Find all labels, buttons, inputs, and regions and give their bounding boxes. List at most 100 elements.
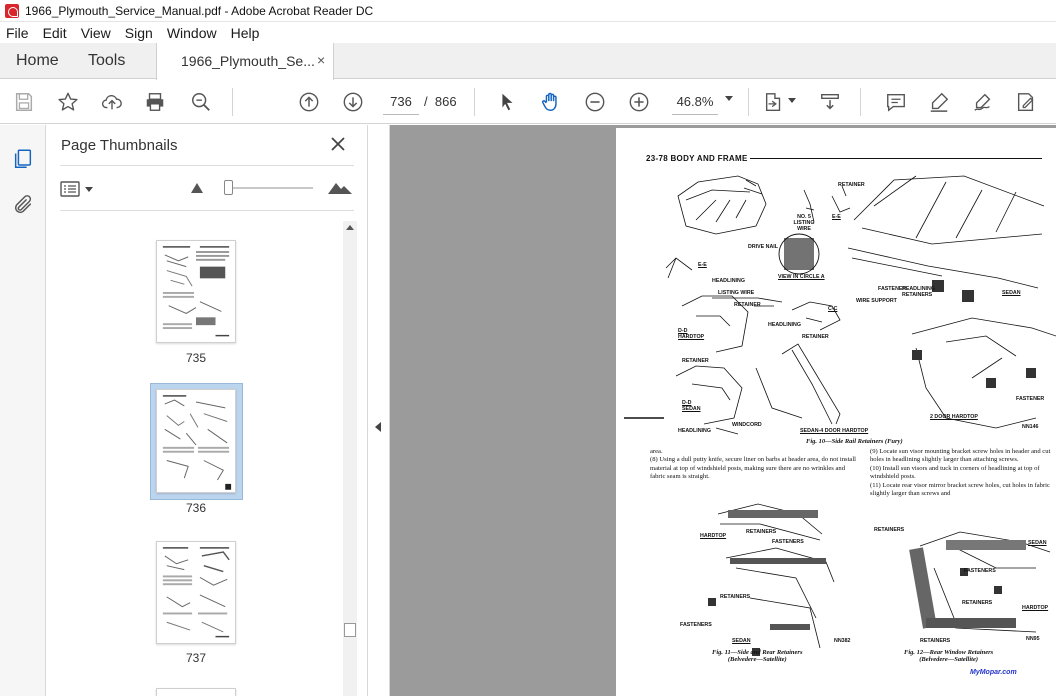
tab-home[interactable]: Home [16, 52, 59, 70]
slider-handle[interactable] [224, 180, 233, 195]
select-cursor-icon[interactable] [495, 90, 519, 114]
document-view[interactable]: 23-78 BODY AND FRAME RETAINER NO. 5 LIST… [390, 125, 1056, 696]
find-zoom-icon[interactable] [189, 90, 213, 114]
label-retainer-4: RETAINER [682, 358, 709, 364]
acrobat-app-icon [5, 3, 19, 18]
label-headlining-retainers: HEADLINING RETAINERS [902, 286, 935, 298]
label-retainers-2: RETAINERS [720, 594, 751, 600]
panel-collapse-handle[interactable] [368, 125, 390, 696]
label-sedan-top: SEDAN [1002, 290, 1021, 296]
label-retainer-2: RETAINER [734, 302, 761, 308]
label-nn146: NN146 [1022, 424, 1039, 430]
thumbnail-page-735[interactable] [156, 240, 236, 343]
navigation-rail [0, 125, 46, 696]
tab-tools[interactable]: Tools [88, 52, 125, 70]
menu-edit[interactable]: Edit [36, 25, 74, 41]
save-icon[interactable] [12, 90, 36, 114]
menu-sign[interactable]: Sign [118, 25, 160, 41]
label-nn95: NN95 [1026, 636, 1040, 642]
thumbnail-options-button[interactable] [60, 179, 98, 199]
label-retainer-3: RETAINER [802, 334, 829, 340]
close-panel-icon[interactable] [328, 134, 348, 154]
page-thumbnails-icon[interactable] [10, 146, 36, 172]
thumbnail-page-next[interactable] [156, 688, 236, 696]
panel-title: Page Thumbnails [61, 137, 178, 154]
upload-cloud-icon[interactable] [100, 90, 124, 114]
zoom-out-icon[interactable] [583, 90, 607, 114]
previous-page-icon[interactable] [297, 90, 321, 114]
divider [60, 165, 354, 166]
label-sedan-bottom: SEDAN [732, 638, 751, 644]
hand-tool-icon[interactable] [539, 90, 563, 114]
menu-file[interactable]: File [0, 25, 36, 41]
page-number-input[interactable] [383, 89, 419, 115]
label-listing-wire-2: LISTING WIRE [718, 290, 755, 296]
document-tab-label: 1966_Plymouth_Se... [181, 53, 315, 69]
label-hardtop: HARDTOP [700, 533, 727, 539]
chevron-down-icon [85, 186, 93, 192]
thumbnail-page-736[interactable] [156, 389, 236, 493]
menu-window[interactable]: Window [160, 25, 224, 41]
label-headlining-2: HEADLINING [768, 322, 801, 328]
label-c-c: C-C [828, 306, 838, 312]
zoom-dropdown-chevron-icon[interactable] [725, 96, 733, 101]
enlarge-thumbnails-icon[interactable] [328, 180, 352, 194]
page-separator: / [424, 94, 428, 109]
fill-sign-icon[interactable] [1014, 90, 1038, 114]
scroll-up-arrow-icon[interactable] [346, 225, 354, 230]
collapse-left-arrow-icon [375, 422, 381, 432]
label-retainers-3: RETAINERS [874, 527, 905, 533]
menu-view[interactable]: View [74, 25, 118, 41]
page-thumbnail-preview [162, 395, 232, 490]
thumbnails-scrollbar[interactable] [343, 221, 357, 696]
thumbnail-label: 735 [185, 351, 207, 365]
label-retainers-4: RETAINERS [962, 600, 993, 606]
window-title: 1966_Plymouth_Service_Manual.pdf - Adobe… [25, 3, 374, 18]
tab-document[interactable]: 1966_Plymouth_Se... × [156, 43, 334, 80]
label-windcord: WINDCORD [732, 422, 762, 428]
label-nn382: NN382 [834, 638, 851, 644]
shrink-thumbnails-icon[interactable] [191, 183, 203, 193]
toolbar-divider [748, 88, 749, 116]
toolbar-divider [232, 88, 233, 116]
thumbnail-page-737[interactable] [156, 541, 236, 644]
label-drive-nail: DRIVE NAIL [748, 244, 779, 250]
page-thumbnail-preview [162, 246, 230, 337]
zoom-in-icon[interactable] [627, 90, 651, 114]
total-pages: 866 [434, 94, 457, 109]
menu-help[interactable]: Help [224, 25, 267, 41]
label-retainers-5: RETAINERS [920, 638, 951, 644]
zoom-level-input[interactable] [672, 89, 718, 115]
scrollbar-thumb[interactable] [344, 623, 356, 637]
label-view-circle-a: VIEW IN CIRCLE A [778, 274, 825, 280]
bookmark-star-icon[interactable] [56, 90, 80, 114]
label-headlining: HEADLINING [712, 278, 745, 284]
highlight-pen-icon[interactable] [927, 90, 951, 114]
fit-page-icon[interactable] [762, 90, 786, 114]
toolbar: / 866 [0, 80, 1056, 124]
page-thumbnails-panel: Page Thumbnails 735 736 737 [46, 125, 368, 696]
watermark-text: MyMopar.com [970, 669, 1017, 676]
print-icon[interactable] [143, 90, 167, 114]
scroll-mode-icon[interactable] [818, 90, 842, 114]
body-text-left: area. (8) Using a dull putty knife, secu… [650, 448, 856, 481]
thumbnail-label: 737 [185, 651, 207, 665]
label-fastener-2: FASTENER [1016, 396, 1045, 402]
thumbnail-size-slider[interactable] [227, 187, 313, 189]
label-hardtop-right: HARDTOP [1022, 605, 1049, 611]
next-page-icon[interactable] [341, 90, 365, 114]
fit-page-dropdown-icon[interactable] [788, 98, 796, 103]
label-sedan-4-door-hardtop: SEDAN-4 DOOR HARDTOP [800, 428, 869, 434]
toolbar-divider [860, 88, 861, 116]
label-e-e-top: E-E [832, 214, 841, 220]
draw-sign-icon[interactable] [971, 90, 995, 114]
thumbnail-label: 736 [185, 501, 207, 515]
title-bar: 1966_Plymouth_Service_Manual.pdf - Adobe… [0, 0, 1056, 22]
label-fasteners-2: FASTENERS [680, 622, 712, 628]
close-tab-icon[interactable]: × [317, 52, 325, 68]
label-retainer: RETAINER [838, 182, 865, 188]
attachments-paperclip-icon[interactable] [10, 192, 36, 218]
comment-icon[interactable] [884, 90, 908, 114]
figure-11-caption: Fig. 11—Side and Rear Retainers (Belveder… [712, 649, 802, 663]
list-options-icon [60, 181, 80, 197]
